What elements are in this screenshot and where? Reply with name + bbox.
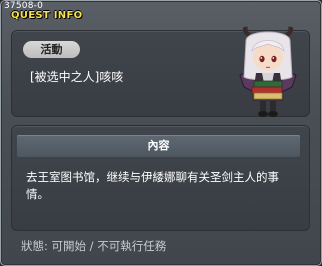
quest-description: 去王室图书馆，继续与伊緌娜聊有关圣剑主人的事情。 (26, 170, 279, 201)
content-header: 內容 (17, 135, 300, 157)
window-title: QUEST INFO (11, 10, 83, 21)
quest-info-window: 37508-0 QUEST INFO 活動 [被选中之人]咳咳 內容 去王室图书… (0, 0, 322, 266)
npc-portrait-icon (239, 26, 297, 117)
quest-name: [被选中之人]咳咳 (30, 70, 124, 84)
quest-type-tag: 活動 (23, 41, 80, 58)
quest-status: 狀態: 可開始 / 不可執行任務 (21, 239, 167, 253)
